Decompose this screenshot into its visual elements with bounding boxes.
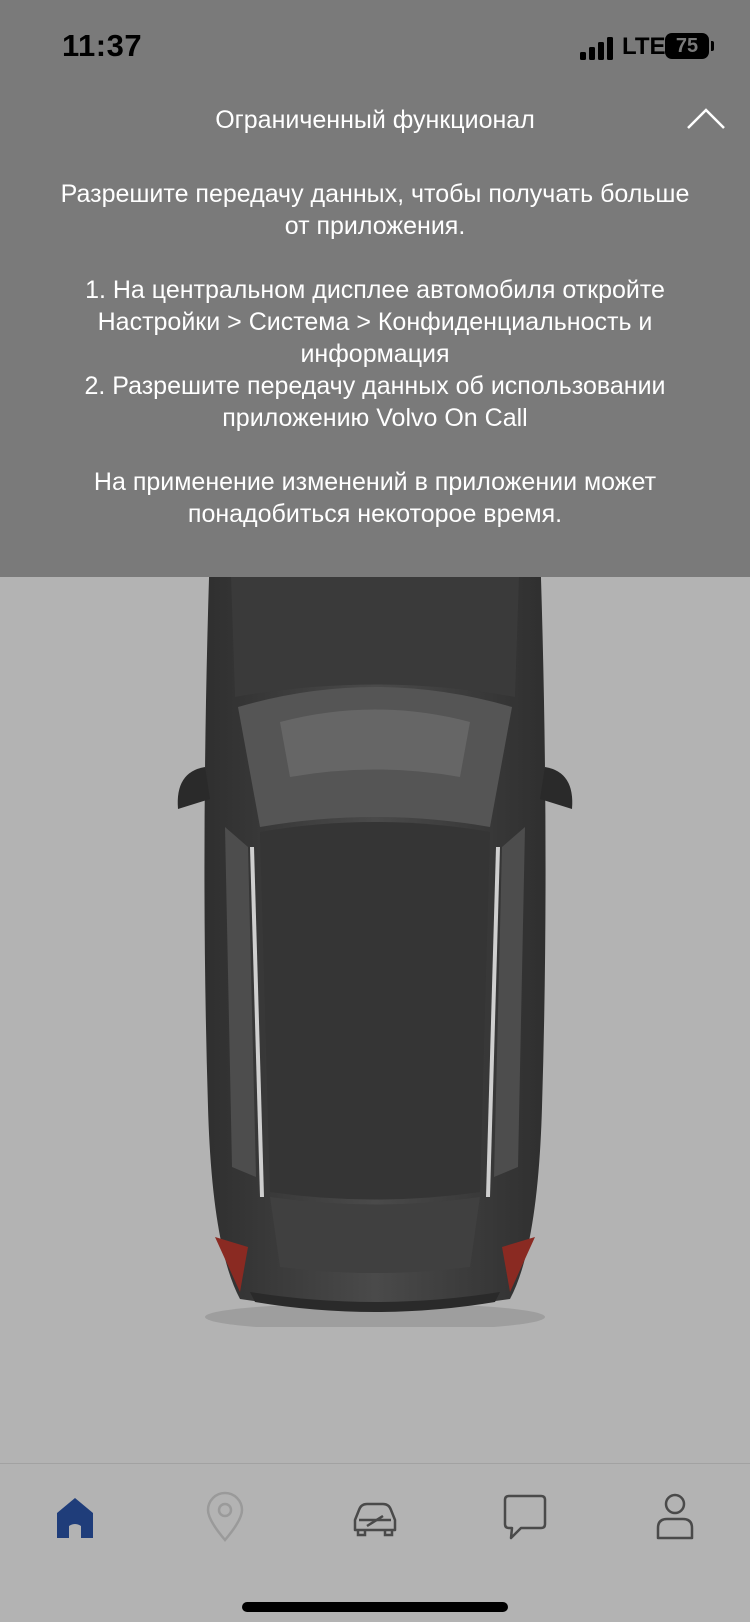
tab-car[interactable]: [345, 1486, 405, 1546]
status-time: 11:37: [62, 28, 143, 63]
car-overview-area: [0, 577, 750, 1463]
battery-tip: [711, 41, 714, 51]
tab-profile[interactable]: [645, 1486, 705, 1546]
chevron-up-icon[interactable]: [686, 104, 726, 132]
step-line: приложению Volvo On Call: [222, 404, 528, 432]
location-pin-icon: [206, 1491, 244, 1542]
home-indicator[interactable]: [242, 1602, 508, 1612]
banner-body: Разрешите передачу данных, чтобы получат…: [40, 178, 710, 530]
step-line: информация: [300, 340, 450, 368]
car-icon: [353, 1502, 397, 1537]
limited-functionality-banner: Ограниченный функционал Разрешите переда…: [0, 96, 750, 577]
note-line: понадобиться некоторое время.: [187, 500, 563, 528]
note-line: На применение изменений в приложении мож…: [93, 468, 657, 496]
banner-title: Ограниченный функционал: [215, 106, 535, 134]
step-line: 1. На центральном дисплее автомобиля отк…: [85, 276, 665, 304]
network-type-label: LTE: [622, 33, 666, 60]
home-icon: [57, 1498, 93, 1538]
bottom-tab-bar: [0, 1463, 750, 1622]
tab-map[interactable]: [195, 1486, 255, 1546]
intro-line: от приложения.: [284, 212, 466, 240]
person-icon: [656, 1493, 694, 1540]
chat-bubble-icon: [503, 1494, 547, 1540]
step-line: Настройки > Система > Конфиденциальность…: [97, 308, 653, 336]
status-bar: 11:37 LTE 75: [0, 0, 750, 96]
car-top-view-image: [177, 577, 573, 1327]
signal-strength-icon: [580, 36, 616, 60]
tab-home[interactable]: [45, 1486, 105, 1546]
step-line: 2. Разрешите передачу данных об использо…: [84, 372, 666, 400]
tab-messages[interactable]: [495, 1486, 555, 1546]
intro-line: Разрешите передачу данных, чтобы получат…: [60, 180, 690, 208]
battery-icon: 75: [665, 33, 709, 59]
